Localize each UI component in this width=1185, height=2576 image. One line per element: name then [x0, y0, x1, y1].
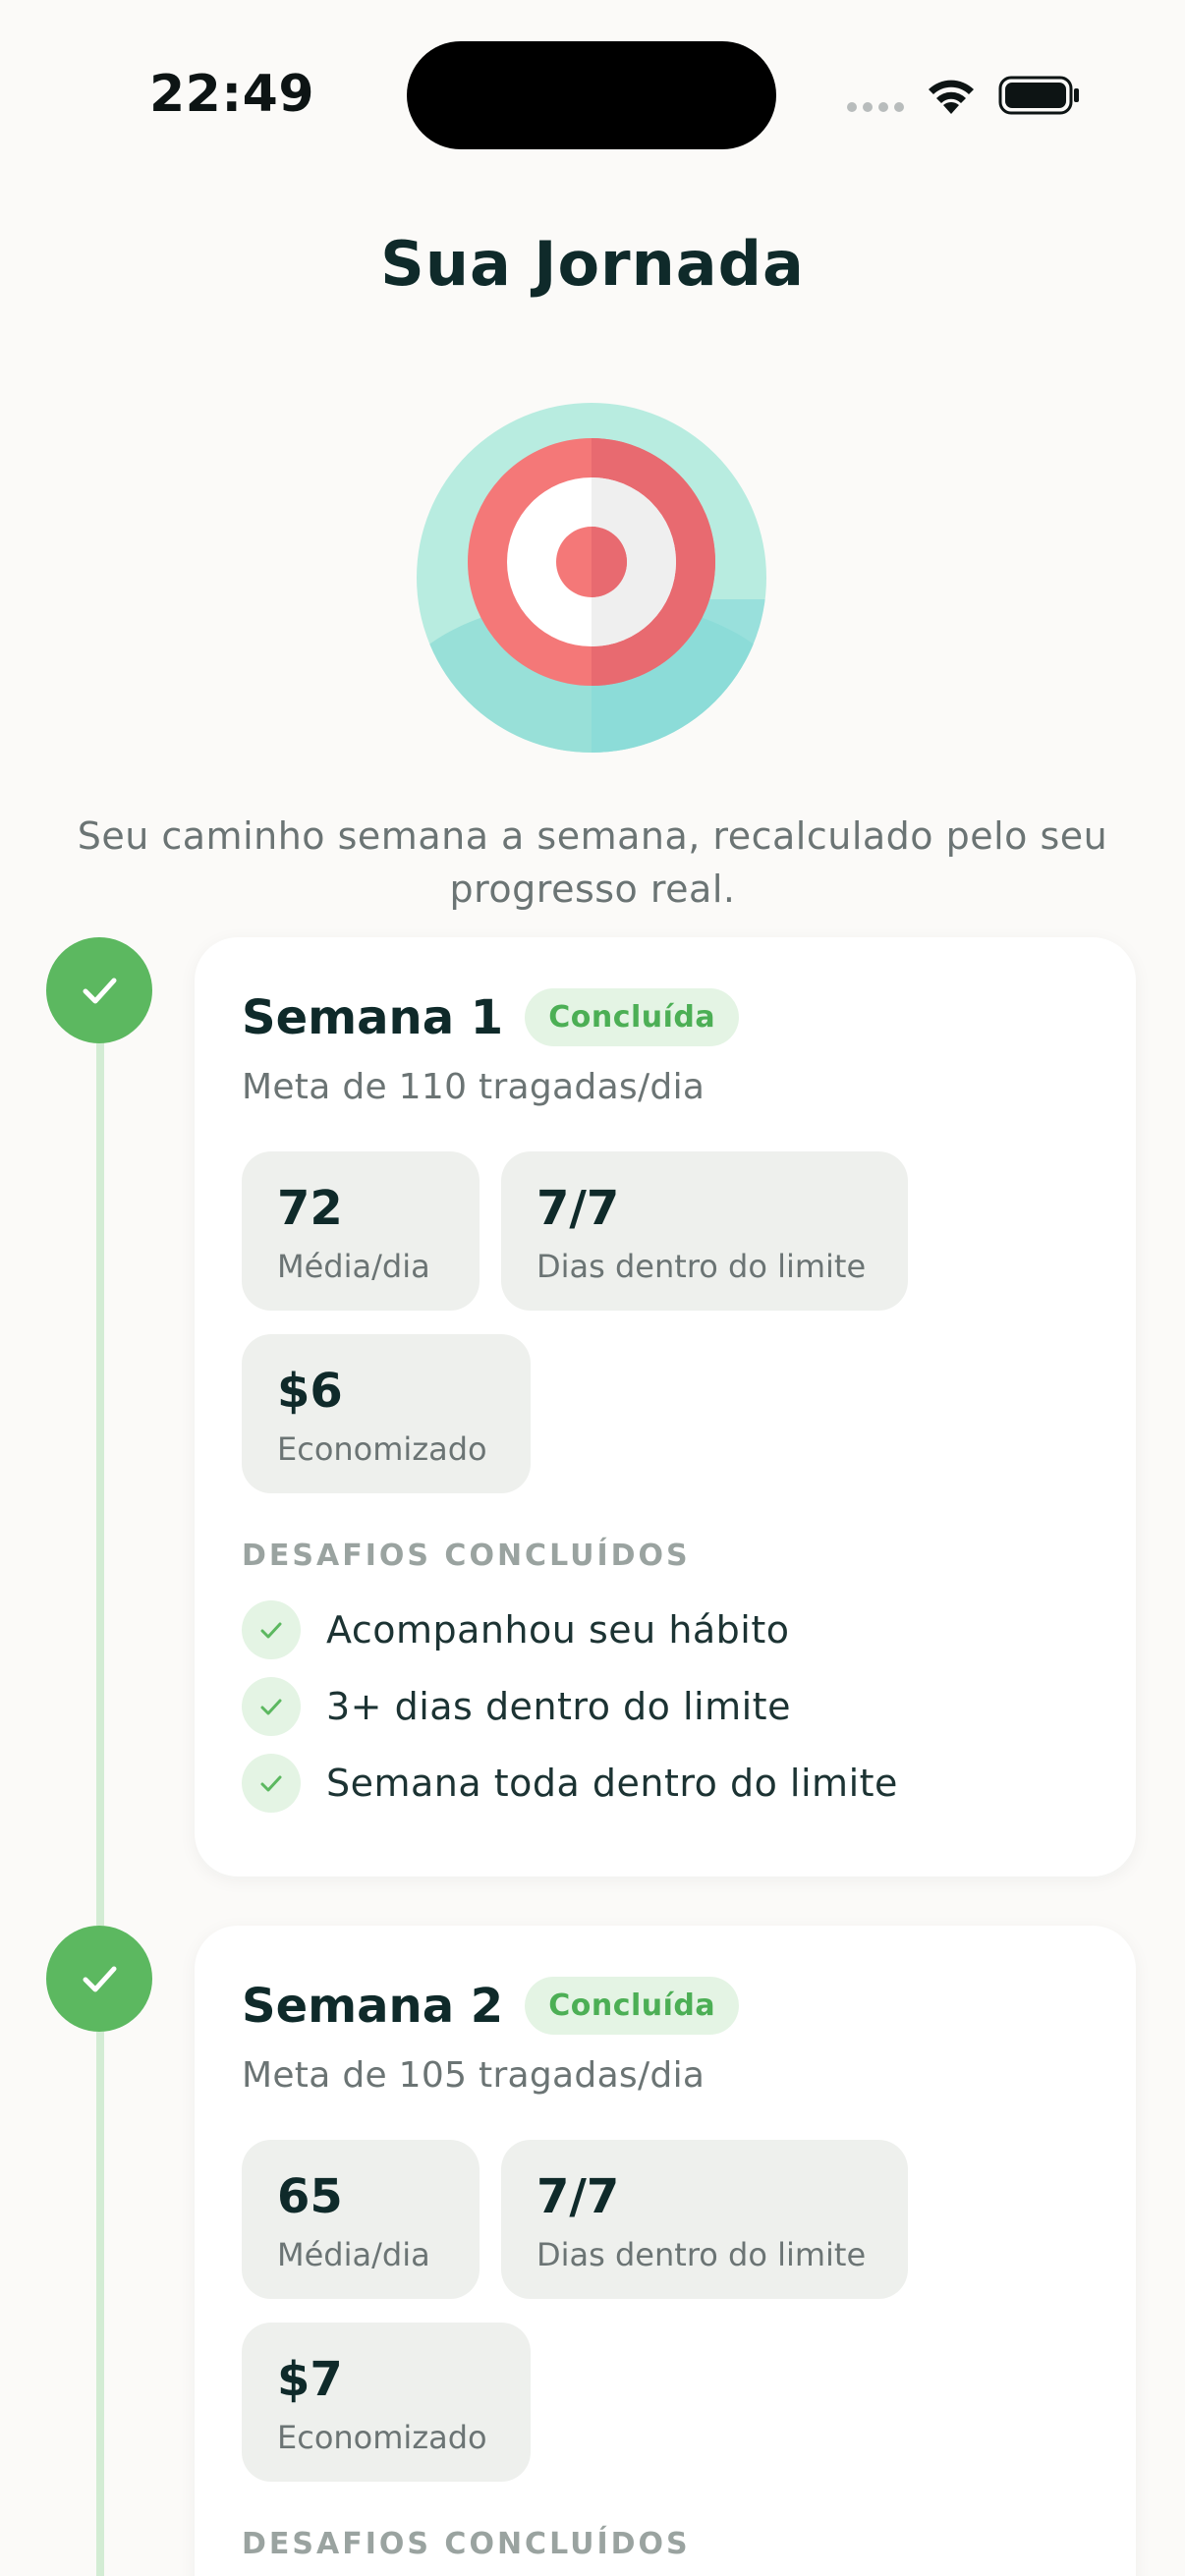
- challenge-text: 3+ dias dentro do limite: [326, 1685, 791, 1728]
- stat-average: 65 Média/dia: [242, 2140, 480, 2299]
- checkmark-icon: [83, 978, 117, 1004]
- status-badge: Concluída: [525, 988, 740, 1046]
- week-title: Semana 1: [242, 989, 504, 1045]
- stat-average: 72 Média/dia: [242, 1151, 480, 1311]
- timeline-check-node: [46, 937, 152, 1043]
- dynamic-island: [407, 41, 776, 149]
- stat-label: Dias dentro do limite: [536, 1248, 867, 1285]
- stat-saved: $6 Economizado: [242, 1334, 531, 1493]
- challenges-header: DESAFIOS CONCLUÍDOS: [242, 1539, 691, 1573]
- page-subtitle: Seu caminho semana a semana, recalculado…: [77, 814, 1108, 911]
- week-header: Semana 2 Concluída: [242, 1977, 740, 2035]
- stat-value: 65: [277, 2169, 343, 2224]
- stat-label: Economizado: [277, 1430, 487, 1468]
- stat-value: $7: [277, 2352, 343, 2407]
- check-circle-icon: [242, 1677, 301, 1736]
- stat-label: Média/dia: [277, 1248, 430, 1285]
- timeline-line: [96, 1041, 104, 1926]
- stat-label: Média/dia: [277, 2236, 430, 2273]
- challenge-item: Acompanhou seu hábito: [242, 1592, 898, 1668]
- target-icon: [417, 403, 766, 753]
- week-goal: Meta de 110 tragadas/dia: [242, 1067, 705, 1107]
- week-card[interactable]: Semana 1 Concluída Meta de 110 tragadas/…: [195, 937, 1136, 1876]
- status-time: 22:49: [149, 65, 315, 124]
- challenge-item: Semana toda dentro do limite: [242, 1745, 898, 1821]
- challenges-header: DESAFIOS CONCLUÍDOS: [242, 2527, 691, 2561]
- timeline-line: [96, 2032, 104, 2576]
- cellular-signal-icon: [847, 102, 904, 112]
- stat-value: 7/7: [536, 1181, 620, 1236]
- check-circle-icon: [242, 1754, 301, 1813]
- week-goal: Meta de 105 tragadas/dia: [242, 2055, 705, 2096]
- page-title: Sua Jornada: [380, 228, 805, 300]
- battery-icon: [998, 76, 1079, 115]
- challenges-list: Acompanhou seu hábito 3+ dias dentro do …: [242, 1592, 898, 1821]
- check-circle-icon: [242, 1600, 301, 1659]
- wifi-icon: [929, 80, 974, 114]
- week-header: Semana 1 Concluída: [242, 988, 740, 1046]
- stat-value: 7/7: [536, 2169, 620, 2224]
- challenge-item: 3+ dias dentro do limite: [242, 1668, 898, 1745]
- challenge-text: Semana toda dentro do limite: [326, 1762, 898, 1805]
- stat-label: Dias dentro do limite: [536, 2236, 867, 2273]
- stat-saved: $7 Economizado: [242, 2323, 531, 2482]
- week-card[interactable]: Semana 2 Concluída Meta de 105 tragadas/…: [195, 1926, 1136, 2576]
- stat-label: Economizado: [277, 2419, 487, 2456]
- challenge-text: Acompanhou seu hábito: [326, 1608, 790, 1652]
- stat-days-in-limit: 7/7 Dias dentro do limite: [501, 1151, 908, 1311]
- stat-days-in-limit: 7/7 Dias dentro do limite: [501, 2140, 908, 2299]
- screen: 22:49 Sua Jornada Seu caminho semana a s…: [0, 0, 1185, 2576]
- stat-value: $6: [277, 1364, 343, 1419]
- week-title: Semana 2: [242, 1978, 504, 2034]
- status-badge: Concluída: [525, 1977, 740, 2035]
- checkmark-icon: [83, 1966, 117, 1992]
- stat-value: 72: [277, 1181, 343, 1236]
- timeline-check-node: [46, 1926, 152, 2032]
